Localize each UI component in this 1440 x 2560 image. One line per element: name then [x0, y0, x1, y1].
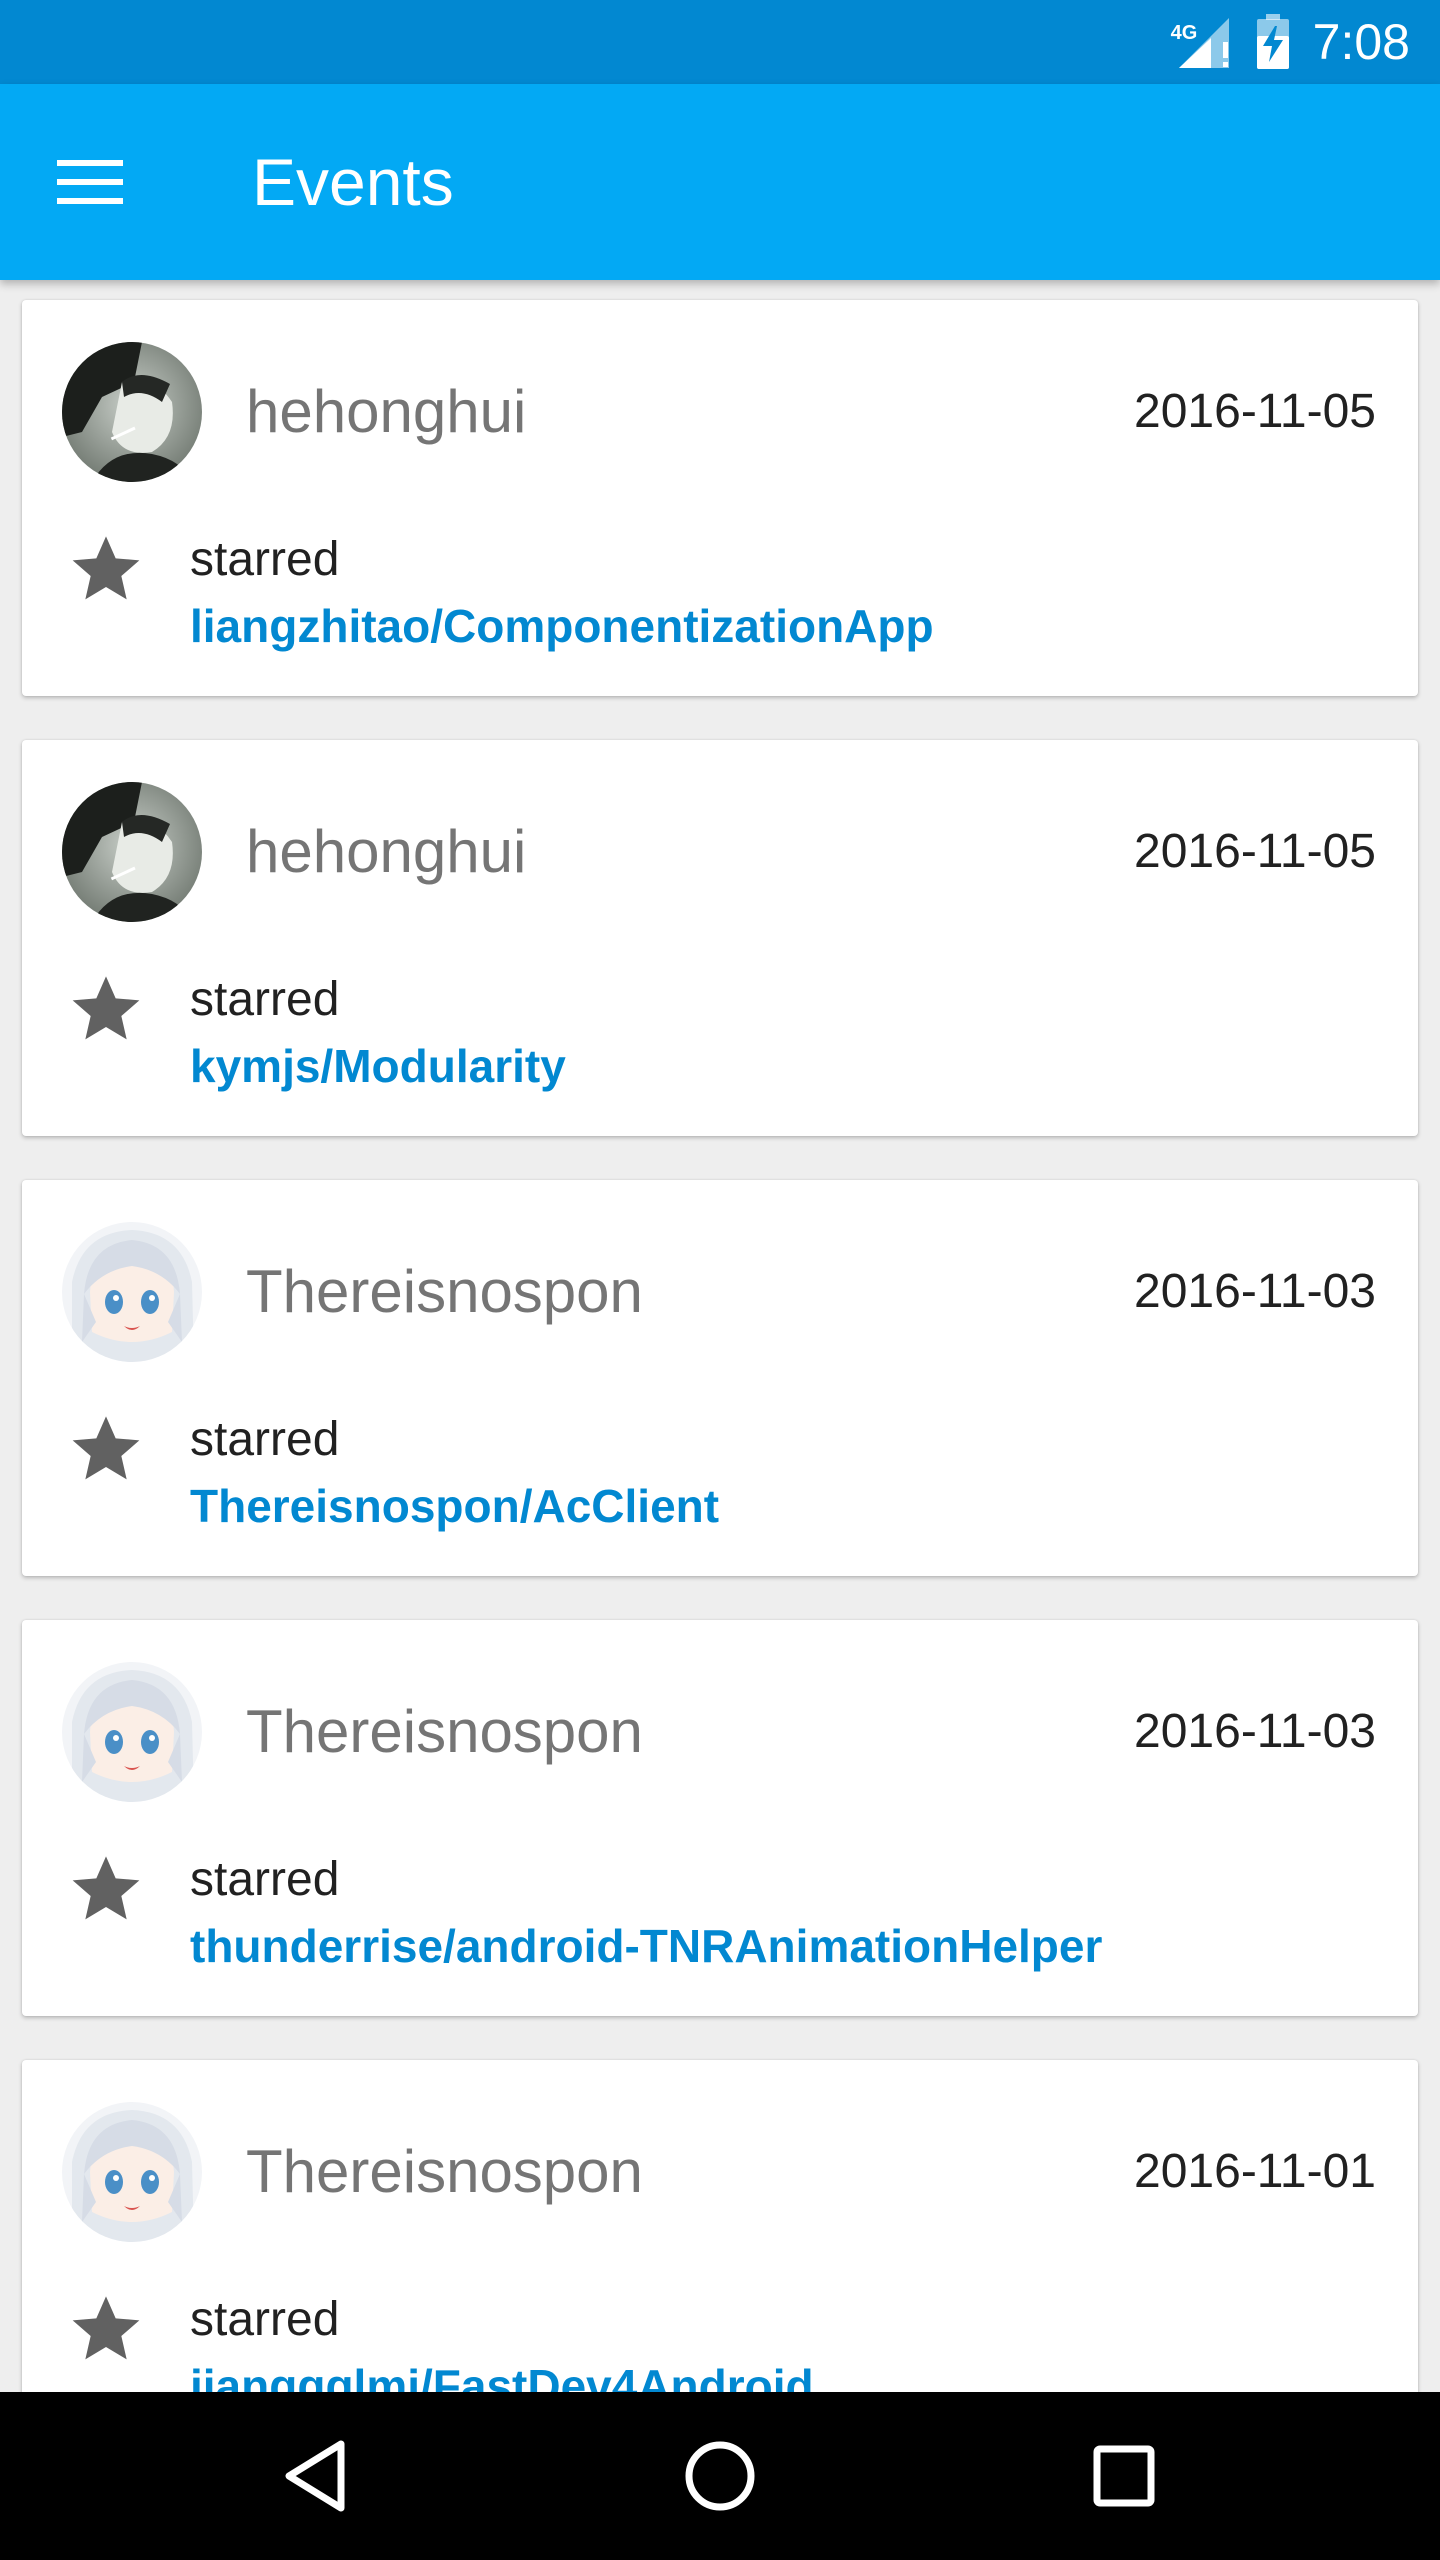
event-card[interactable]: hehonghui 2016-11-05 starred kymjs/Modul…	[22, 740, 1418, 1136]
home-icon	[685, 2441, 755, 2511]
back-icon	[285, 2440, 345, 2512]
page-title: Events	[252, 145, 454, 219]
star-icon	[72, 536, 140, 600]
user-avatar[interactable]	[62, 2102, 202, 2242]
repo-link[interactable]: thunderrise/android-TNRAnimationHelper	[190, 1914, 1102, 1978]
user-avatar[interactable]	[62, 342, 202, 482]
event-action: starred	[190, 973, 340, 1026]
signal-icon: 4G	[1171, 12, 1233, 72]
event-date: 2016-11-05	[1134, 825, 1376, 878]
event-date: 2016-11-03	[1134, 1265, 1376, 1318]
event-action: starred	[190, 2293, 340, 2346]
user-avatar[interactable]	[62, 1662, 202, 1802]
event-date: 2016-11-05	[1134, 385, 1376, 438]
event-card[interactable]: hehonghui 2016-11-05 starred liangzhitao…	[22, 300, 1418, 696]
repo-link[interactable]: Thereisnospon/AcClient	[190, 1474, 719, 1538]
username[interactable]: Thereisnospon	[246, 1690, 643, 1774]
username[interactable]: Thereisnospon	[246, 1250, 643, 1334]
menu-icon	[57, 160, 123, 204]
system-nav-bar	[0, 2392, 1440, 2560]
username[interactable]: hehonghui	[246, 810, 526, 894]
event-list[interactable]: hehonghui 2016-11-05 starred liangzhitao…	[0, 280, 1440, 2392]
star-icon	[72, 1416, 140, 1480]
recents-button[interactable]	[1064, 2416, 1184, 2536]
star-icon	[72, 2296, 140, 2360]
event-card[interactable]: Thereisnospon 2016-11-03 starred Thereis…	[22, 1180, 1418, 1576]
home-button[interactable]	[660, 2416, 780, 2536]
username[interactable]: hehonghui	[246, 370, 526, 454]
menu-button[interactable]	[40, 132, 140, 232]
status-icons: 4G 7:08	[1171, 0, 1410, 84]
user-avatar[interactable]	[62, 782, 202, 922]
battery-charging-icon	[1255, 12, 1291, 72]
event-date: 2016-11-01	[1134, 2145, 1376, 2198]
back-button[interactable]	[256, 2416, 376, 2536]
event-action: starred	[190, 533, 340, 586]
event-card[interactable]: Thereisnospon 2016-11-01 starred jianggg…	[22, 2060, 1418, 2392]
event-date: 2016-11-03	[1134, 1705, 1376, 1758]
repo-link[interactable]: liangzhitao/ComponentizationApp	[190, 594, 934, 658]
star-icon	[72, 1856, 140, 1920]
user-avatar[interactable]	[62, 1222, 202, 1362]
app-bar: Events	[0, 84, 1440, 280]
star-icon	[72, 976, 140, 1040]
event-action: starred	[190, 1413, 340, 1466]
repo-link[interactable]: jianggglmi/FastDev4Android	[190, 2354, 814, 2392]
username[interactable]: Thereisnospon	[246, 2130, 643, 2214]
status-time: 7:08	[1312, 14, 1410, 70]
recents-icon	[1093, 2445, 1155, 2507]
status-bar: 4G 7:08	[0, 0, 1440, 84]
event-action: starred	[190, 1853, 340, 1906]
repo-link[interactable]: kymjs/Modularity	[190, 1034, 566, 1098]
event-card[interactable]: Thereisnospon 2016-11-03 starred thunder…	[22, 1620, 1418, 2016]
events-screen: 4G 7:08 Events hehonghui 2016-11-05 star…	[0, 0, 1440, 2560]
